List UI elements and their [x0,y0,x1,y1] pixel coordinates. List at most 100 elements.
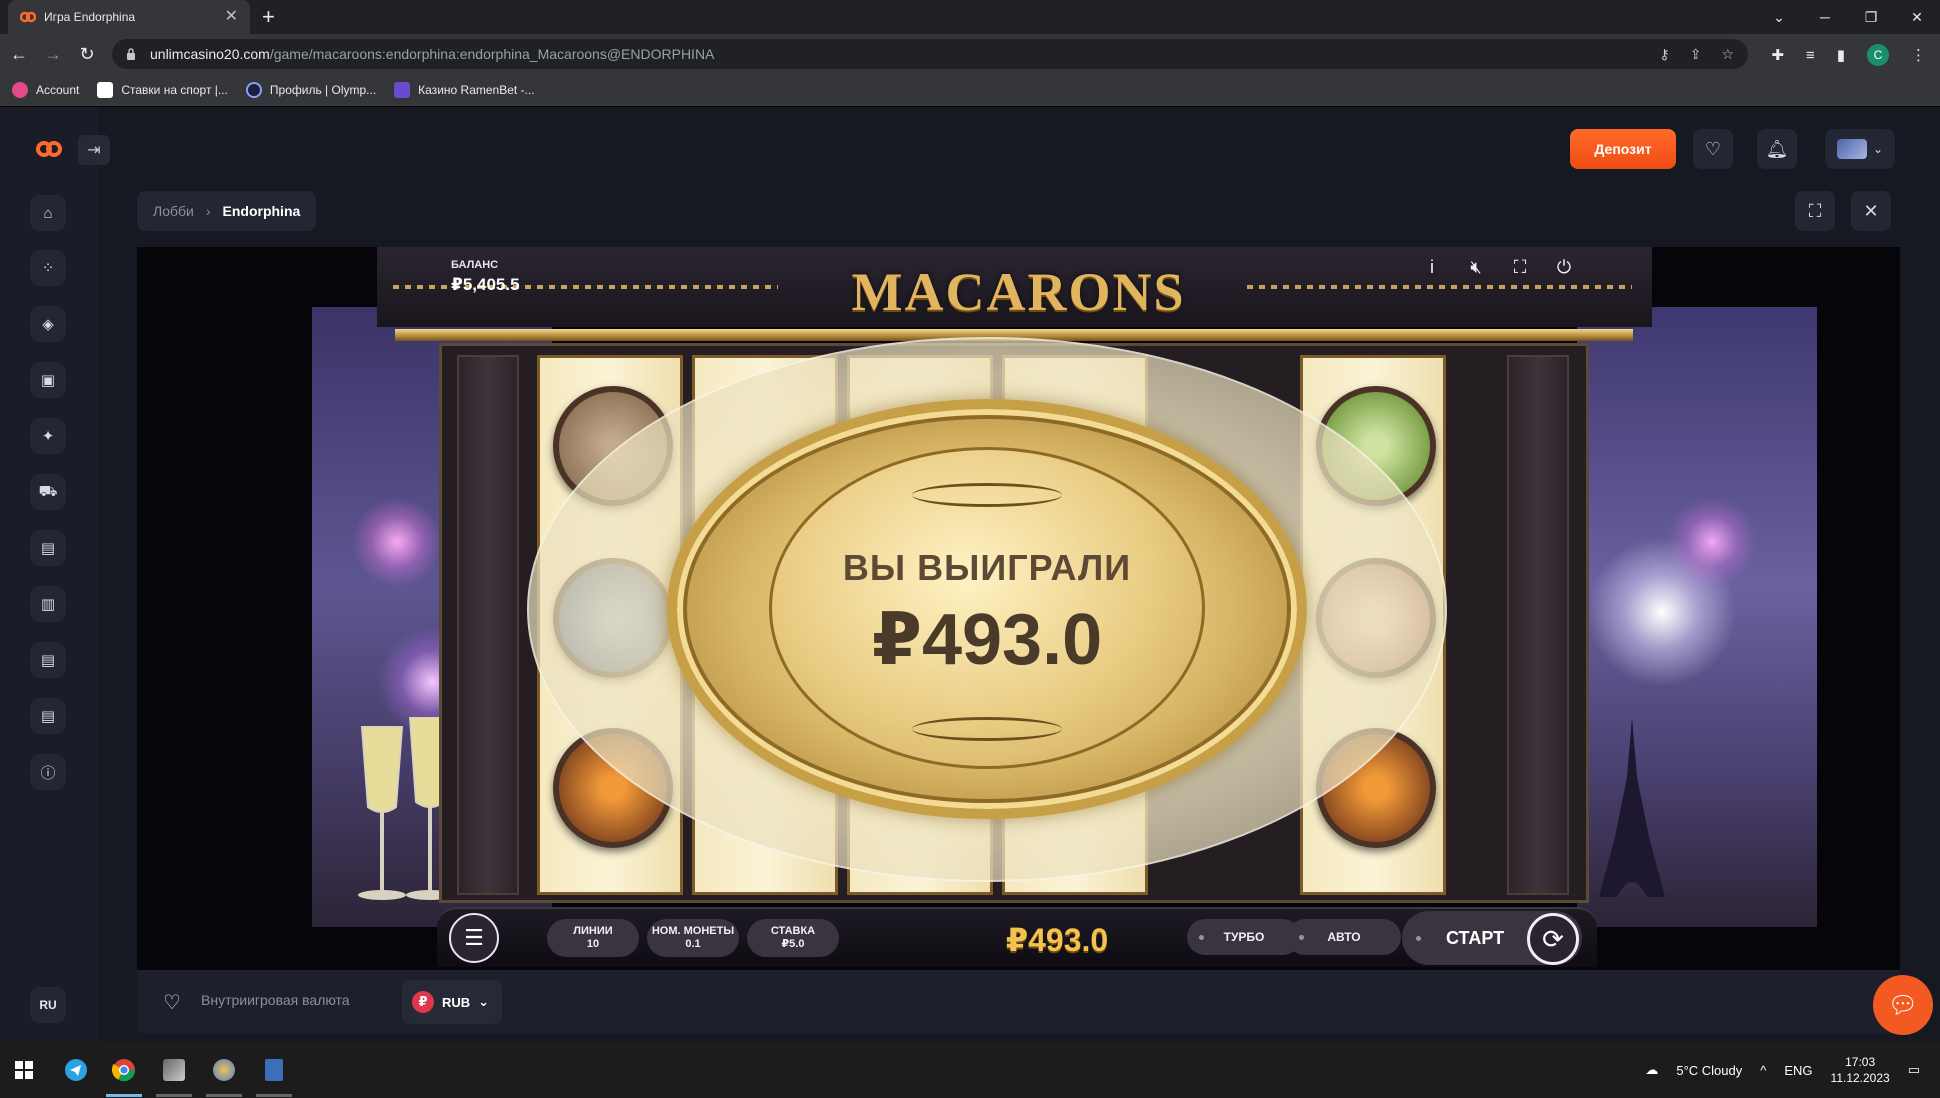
calculator-icon[interactable] [258,1054,290,1086]
firework [352,497,442,587]
media-icon[interactable]: ≡ [1806,47,1815,64]
forward-arrow-icon[interactable]: → [38,44,68,65]
casino-chip-icon[interactable]: ◈ [30,306,66,342]
reload-icon[interactable]: ↻ [72,44,102,65]
collapse-arrow-icon: ⇥ [87,142,101,159]
windows-logo-icon [15,1061,33,1079]
wallet-icon[interactable]: ▥ [30,586,66,622]
chevron-down-icon: ⌄ [478,994,490,1009]
windows-start-icon[interactable] [8,1054,40,1086]
favorite-heart-icon[interactable]: ♡ [163,990,181,1015]
info-icon[interactable]: ⓘ [30,754,66,790]
lock-icon [127,48,135,60]
turbo-label: ТУРБО [1223,930,1265,944]
breadcrumb: Лобби › Endorphina [137,191,317,231]
restore-button[interactable]: ❐ [1848,9,1894,26]
weather-text[interactable]: 5°C Cloudy [1676,1063,1742,1078]
document-icon[interactable]: ▤ [30,698,66,734]
pillar-left [457,355,519,895]
minimize-button[interactable]: ─ [1802,9,1848,25]
ramenbet-bookmark-icon [394,81,411,98]
toggle-indicator [1199,935,1204,940]
spin-refresh-icon[interactable]: ⟳ [1527,913,1579,965]
url-path: /game/macaroons:endorphina:endorphina_Ma… [269,46,715,62]
new-tab-button[interactable]: + [262,6,275,28]
turbo-toggle[interactable]: ТУРБО [1187,919,1301,955]
chevron-up-icon[interactable]: ^ [1760,1063,1766,1078]
document-icon[interactable]: ▤ [30,530,66,566]
support-chat-icon[interactable]: 💬︎ [1873,975,1933,1035]
document-icon[interactable]: ▤ [30,642,66,678]
bookmark-label: Профиль | Olymp... [269,82,377,97]
casino-logo-icon[interactable] [36,139,62,159]
chrome-taskbar-icon[interactable] [108,1054,140,1086]
paint-app-icon[interactable] [208,1054,240,1086]
game-title: MACARONS [851,262,1186,322]
info-icon[interactable]: i [1422,257,1442,278]
extensions-puzzle-icon[interactable]: ✚ [1771,46,1784,64]
weather-cloud-icon[interactable]: ☁ [1645,1062,1658,1078]
lines-value: 10 [586,938,600,950]
profile-avatar[interactable]: C [1867,44,1889,66]
chrome-menu-icon[interactable]: ⋮ [1911,46,1926,64]
bookmark-star-icon[interactable]: ☆ [1721,46,1734,63]
browser-toolbar: ← → ↻ unlimcasino20.com/game/macaroons:e… [0,34,1940,74]
account-bookmark-icon [12,81,28,98]
browser-tab[interactable]: Игра Endorphina ✕ [8,0,250,34]
auto-label: АВТО [1327,930,1361,944]
currency-selector[interactable]: ₽ RUB ⌄ [402,980,502,1024]
bookmark-account[interactable]: Account [12,81,80,98]
bookmark-label: Казино RamenBet -... [418,82,535,97]
keyboard-language[interactable]: ENG [1784,1063,1812,1078]
telegram-logo-icon [65,1059,87,1081]
game-frame[interactable]: БАЛАНС ₽5,405.5 MACARONS i 🔇︎ ⛶ ⏻ ВЫ ВЫИ… [137,247,1900,970]
app-photo-icon[interactable] [158,1054,190,1086]
mute-icon[interactable]: 🔇︎ [1466,257,1486,278]
deposit-button[interactable]: Депозит [1570,129,1676,169]
favorites-heart-icon[interactable]: ♡ [1693,129,1733,169]
side-panel-icon[interactable]: ▮ [1837,46,1845,64]
address-bar[interactable]: unlimcasino20.com/game/macaroons:endorph… [112,39,1748,69]
bookmark-sports[interactable]: Ставки на спорт |... [97,81,228,98]
sidebar: ⌂ ⁘ ◈ ▣ ✦ ⛟ ▤ ▥ ▤ ▤ ⓘ RU [0,107,98,1042]
bookmark-label: Ставки на спорт |... [121,82,228,97]
menu-hamburger-icon[interactable]: ☰ [449,913,499,963]
user-avatar-button[interactable]: ⌄ [1825,129,1895,169]
bookmark-olymp[interactable]: Профиль | Olymp... [245,81,377,98]
power-icon[interactable]: ⏻ [1554,257,1574,278]
notifications-bell-icon[interactable]: 🔔︎ [1757,129,1797,169]
notifications-icon[interactable]: ▭ [1908,1062,1920,1078]
windows-taskbar: ☁ 5°C Cloudy ^ ENG 17:03 11.12.2023 ▭ [0,1042,1940,1098]
auto-toggle[interactable]: АВТО [1287,919,1401,955]
lines-selector[interactable]: ЛИНИИ 10 [547,919,639,957]
home-icon[interactable]: ⌂ [30,195,66,231]
sparkle-icon[interactable]: ✦ [30,418,66,454]
clock[interactable]: 17:03 11.12.2023 [1831,1054,1890,1086]
coin-value-selector[interactable]: НОМ. МОНЕТЫ 0.1 [647,919,739,957]
fullscreen-icon[interactable]: ⛶ [1795,191,1835,231]
eiffel-tower-icon [1599,717,1665,897]
tab-close-icon[interactable]: ✕ [225,9,238,25]
bookmark-ramenbet[interactable]: Казино RamenBet -... [394,81,535,98]
ticket-icon[interactable]: ▣ [30,362,66,398]
language-selector[interactable]: RU [30,987,66,1023]
car-icon[interactable]: ⛟ [30,474,66,510]
fullscreen-icon[interactable]: ⛶ [1510,257,1530,278]
back-arrow-icon[interactable]: ← [4,44,34,65]
bet-selector[interactable]: СТАВКА ₽5.0 [747,919,839,957]
browser-titlebar: Игра Endorphina ✕ + ⌄ ─ ❐ ✕ [0,0,1940,34]
key-icon[interactable]: ⚷ [1659,46,1669,63]
breadcrumb-lobby-link[interactable]: Лобби [153,203,194,219]
tab-search-icon[interactable]: ⌄ [1756,9,1802,26]
close-game-icon[interactable]: ✕ [1851,191,1891,231]
telegram-icon[interactable] [60,1054,92,1086]
close-window-button[interactable]: ✕ [1894,9,1940,26]
open-app-indicator [256,1094,292,1097]
bookmark-label: Account [36,82,80,97]
grid-icon[interactable]: ⁘ [30,250,66,286]
open-app-indicator [156,1094,192,1097]
share-icon[interactable]: ⇪ [1690,46,1702,63]
start-label: СТАРТ [1446,927,1505,948]
collapse-sidebar-button[interactable]: ⇥ [78,135,110,165]
app-thumbnail [213,1059,235,1081]
